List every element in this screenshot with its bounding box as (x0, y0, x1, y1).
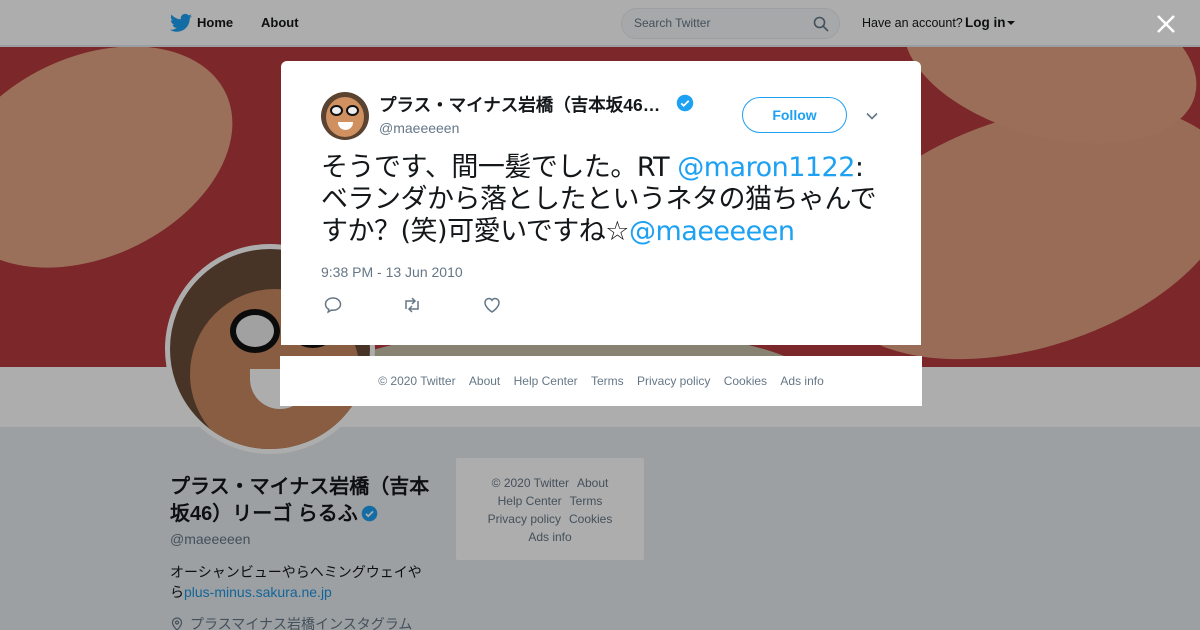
tweet-avatar[interactable] (321, 92, 369, 140)
footer-link[interactable]: About (469, 374, 500, 388)
footer-link[interactable]: Terms (591, 374, 624, 388)
follow-button[interactable]: Follow (742, 97, 847, 133)
modal-footer: © 2020 Twitter About Help Center Terms P… (280, 356, 922, 406)
mention-link[interactable]: @maeeeeen (629, 216, 795, 247)
reply-icon[interactable] (323, 295, 343, 315)
mention-link[interactable]: @maron1122 (677, 152, 855, 183)
footer-link[interactable]: Ads info (780, 374, 823, 388)
tweet-display-name[interactable]: プラス・マイナス岩橋（吉本坂46… (379, 92, 660, 117)
retweet-icon[interactable] (402, 295, 422, 315)
like-icon[interactable] (482, 295, 502, 315)
tweet-timestamp[interactable]: 9:38 PM - 13 Jun 2010 (321, 264, 463, 280)
footer-link[interactable]: © 2020 Twitter (378, 374, 455, 388)
footer-link[interactable]: Cookies (724, 374, 767, 388)
chevron-down-icon[interactable] (865, 109, 879, 123)
tweet-handle[interactable]: @maeeeeen (379, 120, 459, 136)
verified-icon (676, 94, 694, 112)
close-icon[interactable] (1155, 13, 1177, 35)
footer-link[interactable]: Privacy policy (637, 374, 710, 388)
tweet-text: そうです、間一髪でした。RT @maron1122: ベランダから落としたという… (321, 152, 877, 247)
footer-link[interactable]: Help Center (514, 374, 578, 388)
tweet-modal: プラス・マイナス岩橋（吉本坂46… @maeeeeen Follow そうです、… (281, 61, 921, 345)
